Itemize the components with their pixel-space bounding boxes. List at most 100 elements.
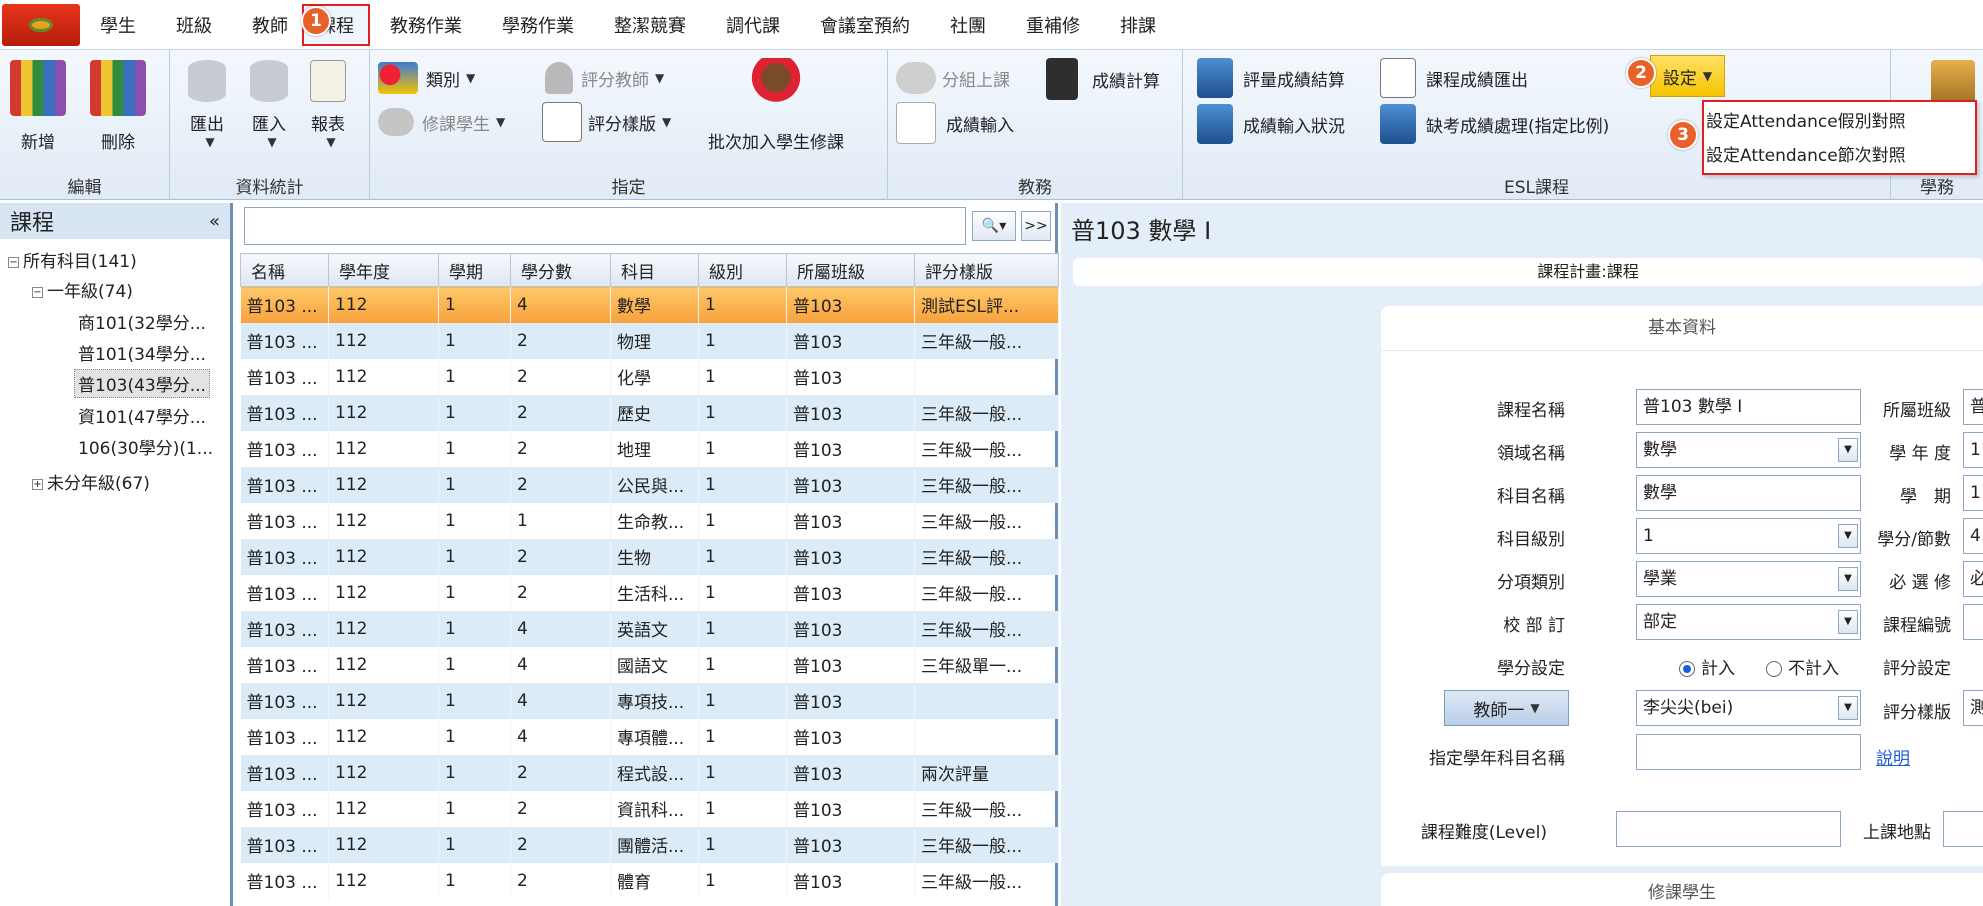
- column-header[interactable]: 評分樣版: [914, 253, 1059, 287]
- menu-item-retake[interactable]: 重補修: [1006, 0, 1100, 50]
- delete-button[interactable]: 刪除: [90, 60, 146, 153]
- table-row[interactable]: 普103 ... 112 1 4 專項技... 1 普103: [240, 682, 1059, 719]
- menu-item-attendance-period-mapping[interactable]: 設定Attendance節次對照: [1704, 136, 1975, 170]
- expand-icon[interactable]: +: [32, 478, 43, 490]
- column-header[interactable]: 學期: [438, 253, 511, 287]
- grading-teacher-button[interactable]: 評分教師 ▼: [545, 62, 664, 94]
- menu-item-club[interactable]: 社團: [930, 0, 1006, 50]
- table-row[interactable]: 普103 ... 112 1 2 歷史 1 普103 三年級一般...: [240, 394, 1059, 431]
- table-row[interactable]: 普103 ... 112 1 2 程式設... 1 普103 兩次評量: [240, 754, 1059, 791]
- table-row-selected[interactable]: 普103 ... 112 1 4 數學 1 普103 測試ESL評...: [240, 286, 1059, 323]
- chevron-down-icon[interactable]: ▼: [1838, 438, 1858, 462]
- grading-template-field[interactable]: 測試: [1963, 690, 1983, 726]
- search-button[interactable]: 🔍▾: [972, 211, 1016, 241]
- column-header[interactable]: 學年度: [328, 253, 439, 287]
- tree-node-all-subjects[interactable]: − 所有科目(141): [8, 247, 137, 272]
- required-field[interactable]: 必修: [1963, 561, 1983, 597]
- menu-item-cleanliness[interactable]: 整潔競賽: [594, 0, 706, 50]
- assessment-calc-button[interactable]: 評量成績結算: [1197, 58, 1345, 98]
- credit-included-radio[interactable]: 計入: [1679, 654, 1735, 679]
- table-row[interactable]: 普103 ... 112 1 1 生命教... 1 普103 三年級一般...: [240, 502, 1059, 539]
- chevron-down-icon[interactable]: ▼: [1838, 610, 1858, 634]
- menu-item-student[interactable]: 學生: [80, 0, 156, 50]
- menu-item-student-affairs[interactable]: 學務作業: [482, 0, 594, 50]
- tree-node-class[interactable]: 普101(34學分...: [78, 340, 206, 365]
- table-row[interactable]: 普103 ... 112 1 2 體育 1 普103 三年級一般...: [240, 862, 1059, 899]
- score-input-status-button[interactable]: 成績輸入狀況: [1197, 104, 1345, 144]
- menu-item-scheduling[interactable]: 排課: [1100, 0, 1176, 50]
- menu-item-substitute[interactable]: 調代課: [706, 0, 800, 50]
- absent-score-process-button[interactable]: 缺考成績處理(指定比例): [1380, 104, 1609, 144]
- menu-item-class[interactable]: 班級: [156, 0, 232, 50]
- enroll-students-button[interactable]: 修課學生 ▼: [378, 108, 505, 136]
- column-header[interactable]: 學分數: [510, 253, 611, 287]
- column-header[interactable]: 級別: [698, 253, 787, 287]
- table-row[interactable]: 普103 ... 112 1 2 資訊科... 1 普103 三年級一般...: [240, 790, 1059, 827]
- teacher-select[interactable]: 李尖尖(bei) ▼: [1636, 690, 1861, 726]
- course-no-field[interactable]: [1963, 604, 1983, 640]
- group-class-button[interactable]: 分組上課: [896, 62, 1010, 94]
- credit-excluded-radio[interactable]: 不計入: [1766, 654, 1839, 679]
- table-row[interactable]: 普103 ... 112 1 2 地理 1 普103 三年級一般...: [240, 430, 1059, 467]
- table-row[interactable]: 普103 ... 112 1 2 團體活... 1 普103 三年級一般...: [240, 826, 1059, 863]
- collapse-icon[interactable]: −: [8, 256, 19, 268]
- chevron-down-icon[interactable]: ▼: [1838, 567, 1858, 591]
- category-select[interactable]: 學業 ▼: [1636, 561, 1861, 597]
- column-header[interactable]: 所屬班級: [786, 253, 915, 287]
- course-level-field[interactable]: [1616, 811, 1841, 847]
- year-field[interactable]: 11: [1963, 432, 1983, 468]
- tree-node-class[interactable]: 106(30學分)(1...: [78, 434, 213, 459]
- class-field[interactable]: 普1: [1963, 389, 1983, 425]
- tree-node-class-selected[interactable]: 普103(43學分...: [74, 369, 210, 398]
- course-name-field[interactable]: 普103 數學 I: [1636, 389, 1861, 425]
- score-input-button[interactable]: 成績輸入: [896, 102, 1014, 144]
- menu-item-attendance-leave-mapping[interactable]: 設定Attendance假別對照: [1704, 102, 1975, 136]
- credits-field[interactable]: 4: [1963, 518, 1983, 554]
- column-header[interactable]: 科目: [610, 253, 699, 287]
- menu-item-room-booking[interactable]: 會議室預約: [800, 0, 930, 50]
- explain-link[interactable]: 說明: [1876, 744, 1910, 769]
- table-row[interactable]: 普103 ... 112 1 4 專項體... 1 普103: [240, 718, 1059, 755]
- category-button[interactable]: 類別 ▼: [378, 62, 475, 94]
- export-course-scores-button[interactable]: 課程成績匯出: [1380, 58, 1528, 98]
- table-row[interactable]: 普103 ... 112 1 4 國語文 1 普103 三年級單一...: [240, 646, 1059, 683]
- location-field[interactable]: [1943, 811, 1983, 847]
- subject-field[interactable]: 數學: [1636, 475, 1861, 511]
- tree-node-grade-1[interactable]: − 一年級(74): [32, 277, 133, 302]
- import-button[interactable]: 匯入 ▼: [250, 60, 288, 149]
- teacher-select-button[interactable]: 教師一 ▼: [1444, 690, 1569, 726]
- subject-level-select[interactable]: 1 ▼: [1636, 518, 1861, 554]
- table-row[interactable]: 普103 ... 112 1 2 生物 1 普103 三年級一般...: [240, 538, 1059, 575]
- grading-template-button[interactable]: 評分樣版 ▼: [542, 102, 671, 142]
- table-cell: 普103: [786, 322, 915, 359]
- export-button[interactable]: 匯出 ▼: [188, 60, 226, 149]
- specified-subject-name-field[interactable]: [1636, 734, 1861, 770]
- semester-field[interactable]: 1: [1963, 475, 1983, 511]
- table-row[interactable]: 普103 ... 112 1 2 生活科... 1 普103 三年級一般...: [240, 574, 1059, 611]
- chevron-down-icon[interactable]: ▼: [1838, 696, 1858, 720]
- tree-node-ungraded[interactable]: + 未分年級(67): [32, 469, 150, 494]
- table-row[interactable]: 普103 ... 112 1 2 物理 1 普103 三年級一般...: [240, 322, 1059, 359]
- chevron-down-icon[interactable]: ▼: [1838, 524, 1858, 548]
- table-row[interactable]: 普103 ... 112 1 4 英語文 1 普103 三年級一般...: [240, 610, 1059, 647]
- esl-settings-button[interactable]: 設定 ▼: [1650, 55, 1725, 97]
- add-button[interactable]: 新增: [10, 60, 66, 153]
- advanced-search-button[interactable]: >>: [1021, 211, 1051, 241]
- table-row[interactable]: 普103 ... 112 1 2 化學 1 普103: [240, 358, 1059, 395]
- report-button[interactable]: 報表 ▼: [310, 60, 346, 149]
- tree-node-class[interactable]: 商101(32學分...: [78, 309, 206, 334]
- batch-add-students-button[interactable]: 批次加入學生修課: [708, 58, 844, 153]
- course-plan-bar[interactable]: 課程計畫:課程: [1073, 258, 1983, 286]
- column-header[interactable]: 名稱: [240, 253, 329, 287]
- search-input[interactable]: [244, 207, 966, 245]
- menu-item-teacher[interactable]: 教師: [232, 0, 302, 50]
- table-row[interactable]: 普103 ... 112 1 2 公民與... 1 普103 三年級一般...: [240, 466, 1059, 503]
- score-calc-button[interactable]: 成績計算: [1046, 58, 1160, 100]
- tree-node-class[interactable]: 資101(47學分...: [78, 403, 206, 428]
- menu-item-academic-affairs[interactable]: 教務作業: [370, 0, 482, 50]
- app-menu-button[interactable]: [2, 3, 80, 46]
- domain-select[interactable]: 數學 ▼: [1636, 432, 1861, 468]
- collapse-icon[interactable]: −: [32, 286, 43, 298]
- dept-select[interactable]: 部定 ▼: [1636, 604, 1861, 640]
- collapse-panel-icon[interactable]: «: [209, 211, 220, 232]
